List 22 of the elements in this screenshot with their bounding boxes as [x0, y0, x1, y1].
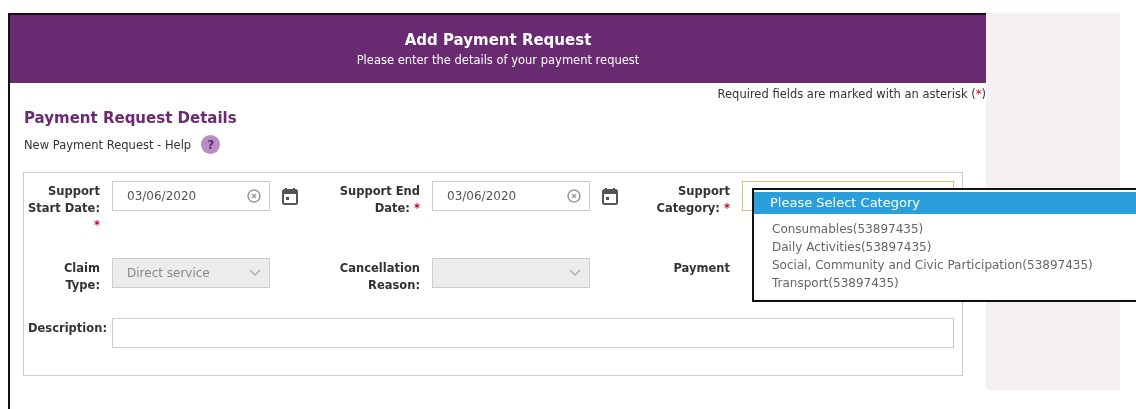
page-subtitle: Please enter the details of your payment request: [356, 53, 640, 67]
text-field[interactable]: [112, 318, 954, 348]
help-link[interactable]: New Payment Request - Help: [24, 137, 192, 152]
field-label: Support Start Date: *: [28, 183, 101, 234]
chevron-down-icon: [249, 269, 261, 277]
clear-icon[interactable]: [247, 189, 261, 203]
page-title: Add Payment Request: [404, 31, 592, 49]
field-label: Claim Type:: [62, 260, 101, 294]
help-icon[interactable]: ?: [201, 135, 221, 154]
field-label: Support End Date: *: [338, 183, 421, 217]
section-title: Payment Request Details: [24, 109, 237, 127]
date-field[interactable]: 03/06/2020: [112, 181, 270, 211]
field-label: Cancellation Reason:: [338, 260, 421, 294]
field-label: Support Category: *: [655, 183, 731, 217]
required-note: Required fields are marked with an asterisk (*): [717, 87, 986, 101]
clear-icon[interactable]: [567, 189, 581, 203]
field-label: Description:: [28, 320, 108, 337]
chevron-down-icon: [569, 269, 581, 277]
calendar-icon[interactable]: [282, 187, 298, 205]
calendar-icon[interactable]: [602, 187, 618, 205]
date-field[interactable]: 03/06/2020: [432, 181, 590, 211]
field-label: Payment: [672, 260, 731, 277]
